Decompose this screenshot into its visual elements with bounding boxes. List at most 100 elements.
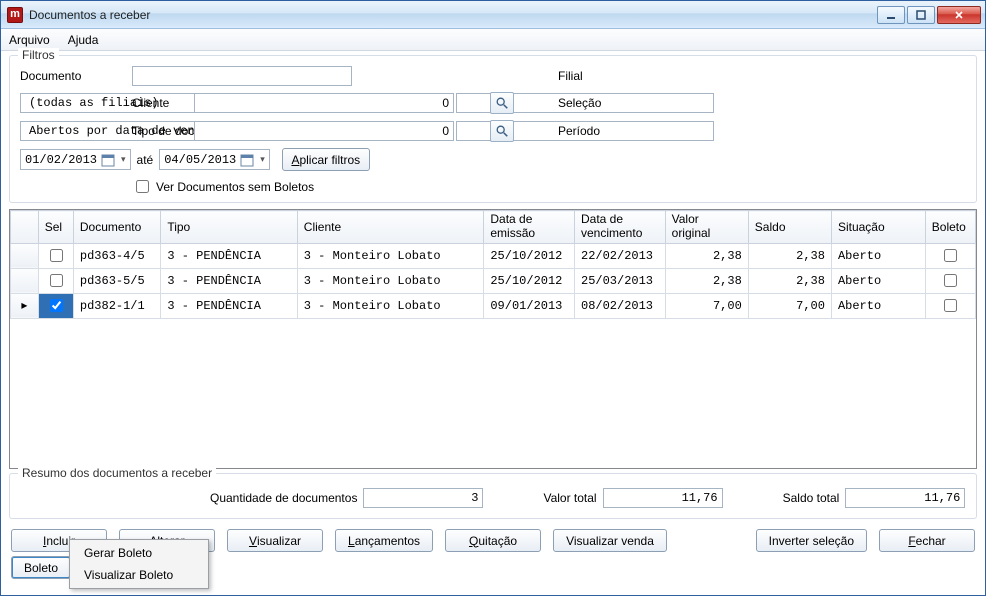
- cell-emissao: 25/10/2012: [484, 243, 575, 268]
- cell-vencimento: 22/02/2013: [575, 243, 666, 268]
- cell-cliente: 3 - Monteiro Lobato: [297, 268, 484, 293]
- gerar-boleto-item[interactable]: Gerar Boleto: [72, 542, 206, 564]
- col-cliente[interactable]: Cliente: [297, 211, 484, 244]
- tipodoc-search-button[interactable]: [490, 120, 514, 142]
- cell-cliente: 3 - Monteiro Lobato: [297, 243, 484, 268]
- cell-situacao: Aberto: [831, 268, 925, 293]
- aplicar-filtros-button[interactable]: Aplicar filtros: [282, 148, 370, 171]
- ver-sem-boletos-checkbox[interactable]: [136, 180, 149, 193]
- tipodoc-label: Tipo de documento: [132, 124, 192, 138]
- visualizar-button[interactable]: Visualizar: [227, 529, 323, 552]
- filial-label: Filial: [558, 69, 966, 83]
- quitacao-button[interactable]: Quitação: [445, 529, 541, 552]
- boleto-button[interactable]: Boleto: [11, 556, 71, 579]
- boleto-checkbox[interactable]: [944, 299, 957, 312]
- boleto-popup: Gerar Boleto Visualizar Boleto: [69, 539, 209, 589]
- saldo-value: [845, 488, 965, 508]
- cell-boleto[interactable]: [925, 243, 975, 268]
- menu-arquivo[interactable]: Arquivo: [9, 33, 50, 47]
- col-sel[interactable]: Sel: [38, 211, 73, 244]
- sel-cell[interactable]: [38, 268, 73, 293]
- sel-cell[interactable]: [38, 243, 73, 268]
- row-header[interactable]: [11, 268, 39, 293]
- close-button[interactable]: [937, 6, 981, 24]
- calendar-icon: [101, 153, 115, 167]
- col-situacao[interactable]: Situação: [831, 211, 925, 244]
- col-rowheader[interactable]: [11, 211, 39, 244]
- periodo-label: Período: [558, 124, 966, 138]
- cliente-search-button[interactable]: [490, 92, 514, 114]
- cell-documento: pd363-4/5: [73, 243, 160, 268]
- cell-saldo: 2,38: [748, 243, 831, 268]
- periodo-from[interactable]: 01/02/2013 ▾: [20, 149, 131, 170]
- col-emissao[interactable]: Data deemissão: [484, 211, 575, 244]
- row-header[interactable]: ▸: [11, 293, 39, 318]
- cell-valor: 2,38: [665, 243, 748, 268]
- sel-cell[interactable]: [38, 293, 73, 318]
- tipodoc-code-input[interactable]: [194, 121, 454, 141]
- table-row[interactable]: pd363-4/53 - PENDÊNCIA3 - Monteiro Lobat…: [11, 243, 976, 268]
- boleto-checkbox[interactable]: [944, 274, 957, 287]
- minimize-button[interactable]: [877, 6, 905, 24]
- col-saldo[interactable]: Saldo: [748, 211, 831, 244]
- periodo-to[interactable]: 04/05/2013 ▾: [159, 149, 270, 170]
- cell-saldo: 2,38: [748, 268, 831, 293]
- cell-valor: 7,00: [665, 293, 748, 318]
- search-icon: [495, 96, 509, 110]
- fechar-button[interactable]: Fechar: [879, 529, 975, 552]
- cell-boleto[interactable]: [925, 268, 975, 293]
- cliente-label: Cliente: [132, 96, 192, 110]
- col-valor[interactable]: Valororiginal: [665, 211, 748, 244]
- cell-emissao: 25/10/2012: [484, 268, 575, 293]
- cell-tipo: 3 - PENDÊNCIA: [161, 243, 297, 268]
- qtd-value: [363, 488, 483, 508]
- menu-ajuda[interactable]: Ajuda: [68, 33, 99, 47]
- lancamentos-button[interactable]: Lançamentos: [335, 529, 433, 552]
- table-row[interactable]: pd363-5/53 - PENDÊNCIA3 - Monteiro Lobat…: [11, 268, 976, 293]
- col-tipo[interactable]: Tipo: [161, 211, 297, 244]
- cell-situacao: Aberto: [831, 243, 925, 268]
- resumo-caption: Resumo dos documentos a receber: [18, 466, 216, 480]
- valor-label: Valor total: [543, 491, 596, 505]
- titlebar: Documentos a receber: [1, 1, 985, 29]
- cliente-code-input[interactable]: [194, 93, 454, 113]
- cell-tipo: 3 - PENDÊNCIA: [161, 293, 297, 318]
- boleto-checkbox[interactable]: [944, 249, 957, 262]
- cell-documento: pd363-5/5: [73, 268, 160, 293]
- window-title: Documentos a receber: [29, 8, 150, 22]
- row-header[interactable]: [11, 243, 39, 268]
- sel-checkbox[interactable]: [50, 299, 63, 312]
- cell-vencimento: 25/03/2013: [575, 268, 666, 293]
- data-grid[interactable]: Sel Documento Tipo Cliente Data deemissã…: [9, 209, 977, 469]
- cell-vencimento: 08/02/2013: [575, 293, 666, 318]
- table-row[interactable]: ▸pd382-1/13 - PENDÊNCIA3 - Monteiro Loba…: [11, 293, 976, 318]
- search-icon: [495, 124, 509, 138]
- menubar: Arquivo Ajuda: [1, 29, 985, 51]
- visualizar-boleto-item[interactable]: Visualizar Boleto: [72, 564, 206, 586]
- documento-label: Documento: [20, 69, 130, 83]
- calendar-icon: [240, 153, 254, 167]
- filters-caption: Filtros: [18, 48, 59, 62]
- periodo-ate: até: [137, 153, 154, 167]
- selecao-label: Seleção: [558, 96, 966, 110]
- cell-emissao: 09/01/2013: [484, 293, 575, 318]
- cell-cliente: 3 - Monteiro Lobato: [297, 293, 484, 318]
- cell-boleto[interactable]: [925, 293, 975, 318]
- cell-situacao: Aberto: [831, 293, 925, 318]
- cell-valor: 2,38: [665, 268, 748, 293]
- cell-tipo: 3 - PENDÊNCIA: [161, 268, 297, 293]
- maximize-button[interactable]: [907, 6, 935, 24]
- valor-value: [603, 488, 723, 508]
- col-documento[interactable]: Documento: [73, 211, 160, 244]
- col-boleto[interactable]: Boleto: [925, 211, 975, 244]
- col-vencimento[interactable]: Data devencimento: [575, 211, 666, 244]
- documento-input[interactable]: [132, 66, 352, 86]
- sel-checkbox[interactable]: [50, 274, 63, 287]
- window: Documentos a receber Arquivo Ajuda Filtr…: [0, 0, 986, 596]
- qtd-label: Quantidade de documentos: [210, 491, 357, 505]
- inverter-selecao-button[interactable]: Inverter seleção: [756, 529, 867, 552]
- sel-checkbox[interactable]: [50, 249, 63, 262]
- visualizar-venda-button[interactable]: Visualizar venda: [553, 529, 667, 552]
- ver-sem-boletos-label: Ver Documentos sem Boletos: [156, 180, 314, 194]
- app-icon: [7, 7, 23, 23]
